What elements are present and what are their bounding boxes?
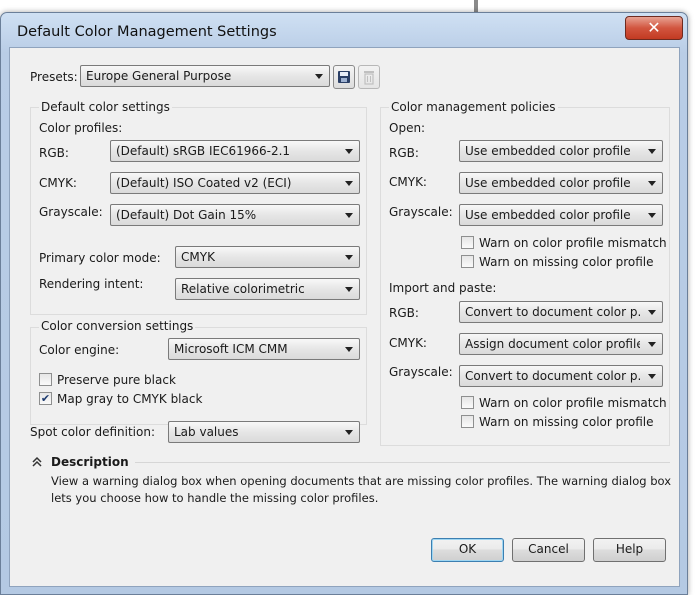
open-warn-mismatch-checkbox[interactable]	[461, 236, 474, 249]
import-warn-mismatch-label: Warn on color profile mismatch	[479, 396, 667, 410]
rendering-intent-label: Rendering intent:	[39, 277, 144, 291]
open-grayscale-policy-dropdown[interactable]: Use embedded color profile	[459, 204, 663, 226]
chevron-down-icon	[345, 287, 353, 292]
spot-color-definition-label: Spot color definition:	[30, 425, 155, 439]
chevron-down-icon	[648, 374, 656, 379]
chevron-down-icon	[345, 347, 353, 352]
double-chevron-up-icon	[32, 456, 42, 467]
map-gray-to-cmyk-black-checkbox[interactable]: ✔	[39, 392, 52, 405]
import-grayscale-policy-value: Convert to document color p...	[465, 369, 640, 383]
open-grayscale-label: Grayscale:	[389, 205, 453, 219]
description-separator	[135, 462, 670, 463]
color-conversion-settings-heading: Color conversion settings	[39, 319, 196, 333]
import-warn-mismatch-checkbox[interactable]	[461, 396, 474, 409]
import-warn-missing-label: Warn on missing color profile	[479, 415, 654, 429]
open-rgb-policy-value: Use embedded color profile	[465, 144, 631, 158]
primary-color-mode-value: CMYK	[181, 250, 215, 264]
presets-label: Presets:	[30, 70, 78, 84]
spot-color-definition-dropdown[interactable]: Lab values	[168, 421, 360, 443]
import-warn-missing-checkbox[interactable]	[461, 415, 474, 428]
open-rgb-label: RGB:	[389, 146, 419, 160]
chevron-down-icon	[345, 213, 353, 218]
primary-color-mode-dropdown[interactable]: CMYK	[175, 246, 360, 268]
cmyk-profile-value: (Default) ISO Coated v2 (ECI)	[116, 176, 292, 190]
chevron-down-icon	[648, 310, 656, 315]
cmyk-profile-dropdown[interactable]: (Default) ISO Coated v2 (ECI)	[110, 172, 360, 194]
chevron-down-icon	[648, 149, 656, 154]
map-gray-to-cmyk-black-label: Map gray to CMYK black	[57, 392, 203, 406]
chevron-down-icon	[648, 213, 656, 218]
import-cmyk-policy-value: Assign document color profile	[465, 337, 640, 351]
rgb-label: RGB:	[39, 146, 69, 160]
presets-value: Europe General Purpose	[86, 69, 232, 83]
spot-color-definition-value: Lab values	[174, 425, 239, 439]
open-warn-mismatch-label: Warn on color profile mismatch	[479, 236, 667, 250]
dialog-window: Default Color Management Settings ✕ Pres…	[0, 12, 688, 595]
cancel-button[interactable]: Cancel	[512, 538, 585, 562]
grayscale-label: Grayscale:	[39, 205, 103, 219]
description-heading: Description	[51, 455, 129, 469]
save-icon	[338, 71, 350, 83]
rendering-intent-value: Relative colorimetric	[181, 282, 305, 296]
import-grayscale-label: Grayscale:	[389, 365, 453, 379]
primary-color-mode-label: Primary color mode:	[39, 251, 161, 265]
open-warn-missing-label: Warn on missing color profile	[479, 255, 654, 269]
preserve-pure-black-label: Preserve pure black	[57, 373, 176, 387]
open-cmyk-label: CMYK:	[389, 175, 427, 189]
checkmark-icon: ✔	[40, 392, 51, 405]
open-rgb-policy-dropdown[interactable]: Use embedded color profile	[459, 140, 663, 162]
open-grayscale-policy-value: Use embedded color profile	[465, 208, 631, 222]
color-engine-label: Color engine:	[39, 343, 120, 357]
chevron-down-icon	[345, 149, 353, 154]
delete-icon	[364, 71, 374, 85]
delete-preset-button[interactable]	[358, 65, 380, 89]
chevron-down-icon	[315, 74, 323, 79]
presets-dropdown[interactable]: Europe General Purpose	[80, 65, 330, 87]
description-collapse-toggle[interactable]	[31, 456, 43, 468]
open-label: Open:	[389, 121, 426, 135]
rgb-profile-value: (Default) sRGB IEC61966-2.1	[116, 144, 291, 158]
close-icon: ✕	[647, 18, 661, 37]
chevron-down-icon	[648, 181, 656, 186]
preserve-pure-black-checkbox[interactable]	[39, 373, 52, 386]
chevron-down-icon	[345, 181, 353, 186]
import-and-paste-label: Import and paste:	[389, 281, 497, 295]
close-button[interactable]: ✕	[625, 16, 683, 40]
rgb-profile-dropdown[interactable]: (Default) sRGB IEC61966-2.1	[110, 140, 360, 162]
import-rgb-policy-value: Convert to document color p...	[465, 305, 640, 319]
help-button[interactable]: Help	[593, 538, 666, 562]
ok-button[interactable]: OK	[431, 538, 504, 562]
import-rgb-label: RGB:	[389, 306, 419, 320]
rendering-intent-dropdown[interactable]: Relative colorimetric	[175, 278, 360, 300]
import-grayscale-policy-dropdown[interactable]: Convert to document color p...	[459, 365, 663, 387]
color-engine-dropdown[interactable]: Microsoft ICM CMM	[168, 338, 360, 360]
chevron-down-icon	[345, 430, 353, 435]
open-warn-missing-checkbox[interactable]	[461, 255, 474, 268]
open-cmyk-policy-value: Use embedded color profile	[465, 176, 631, 190]
import-rgb-policy-dropdown[interactable]: Convert to document color p...	[459, 301, 663, 323]
color-engine-value: Microsoft ICM CMM	[174, 342, 288, 356]
grayscale-profile-dropdown[interactable]: (Default) Dot Gain 15%	[110, 204, 360, 226]
chevron-down-icon	[648, 342, 656, 347]
cmyk-label: CMYK:	[39, 176, 77, 190]
default-color-settings-heading: Default color settings	[39, 100, 172, 114]
grayscale-profile-value: (Default) Dot Gain 15%	[116, 208, 257, 222]
color-profiles-label: Color profiles:	[39, 121, 123, 135]
save-preset-button[interactable]	[333, 65, 355, 89]
open-cmyk-policy-dropdown[interactable]: Use embedded color profile	[459, 172, 663, 194]
description-line-1: View a warning dialog box when opening d…	[51, 474, 671, 488]
color-management-policies-heading: Color management policies	[389, 100, 558, 114]
dialog-title: Default Color Management Settings	[17, 24, 277, 40]
import-cmyk-label: CMYK:	[389, 336, 427, 350]
description-line-2: lets you choose how to handle the missin…	[51, 491, 379, 505]
dialog-client-area: Presets: Europe General Purpose Default …	[9, 47, 680, 587]
import-cmyk-policy-dropdown[interactable]: Assign document color profile	[459, 333, 663, 355]
chevron-down-icon	[345, 255, 353, 260]
